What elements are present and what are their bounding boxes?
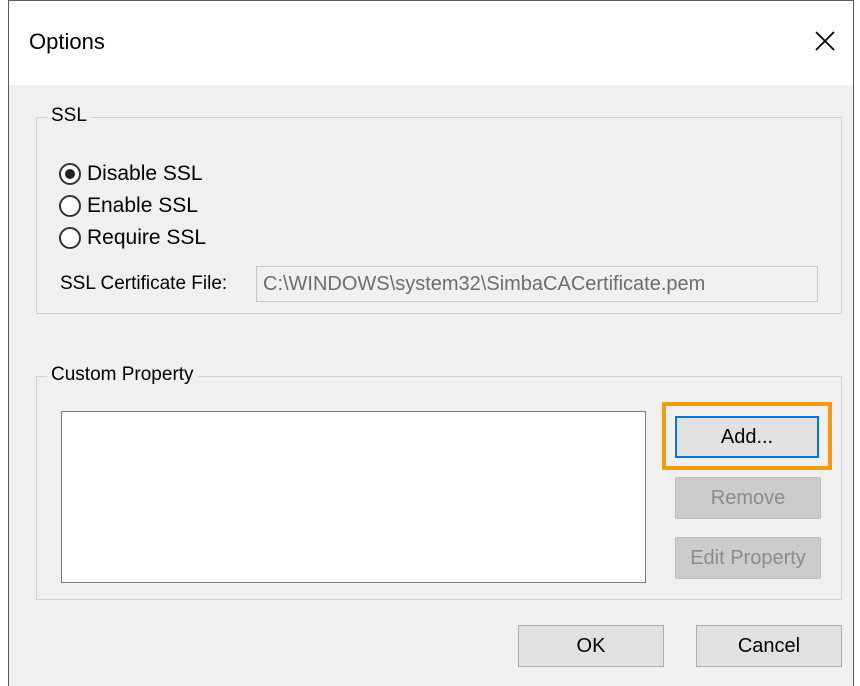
options-dialog: Options SSL Disable SSL Enable SSL Requi… [8,0,854,686]
ssl-cert-label: SSL Certificate File: [60,273,228,294]
custom-property-list[interactable] [61,411,646,583]
radio-enable-ssl[interactable]: Enable SSL [59,194,198,218]
radio-circle [59,163,81,185]
add-button[interactable]: Add... [675,416,819,458]
custom-property-group: Custom Property Add... Remove Edit Prope… [36,364,842,600]
edit-property-button[interactable]: Edit Property [675,537,821,579]
close-button[interactable] [805,21,845,61]
radio-require-ssl[interactable]: Require SSL [59,226,206,250]
window-title: Options [29,29,105,54]
radio-disable-ssl[interactable]: Disable SSL [59,162,203,186]
radio-label: Require SSL [87,226,207,249]
radio-circle [59,227,81,249]
custom-property-group-label: Custom Property [47,364,198,386]
title-bar: Options [9,1,853,85]
ssl-group: SSL Disable SSL Enable SSL Require SSL S… [36,105,842,314]
radio-selected-dot [65,169,75,179]
ssl-group-label: SSL [47,105,91,127]
radio-label: Enable SSL [87,194,198,217]
cancel-button[interactable]: Cancel [696,625,842,667]
ssl-cert-field[interactable] [256,266,818,302]
ok-button[interactable]: OK [518,625,664,667]
close-icon [815,31,835,51]
remove-button[interactable]: Remove [675,477,821,519]
radio-circle [59,195,81,217]
radio-label: Disable SSL [87,162,203,185]
